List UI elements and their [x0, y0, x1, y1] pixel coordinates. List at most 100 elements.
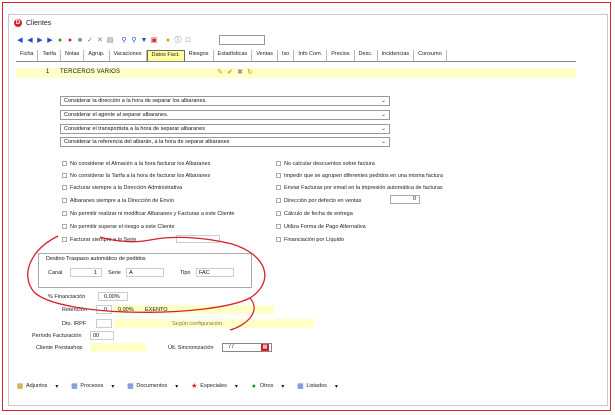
listados-button[interactable]: ▦ Listados ▾ [296, 382, 342, 390]
document-icon[interactable]: □ [184, 37, 192, 45]
tab-riesgos[interactable]: Riesgos [185, 50, 214, 61]
checkbox[interactable] [62, 161, 67, 166]
info-icon[interactable]: ⚲ [130, 37, 138, 45]
window-title: Clientes [26, 19, 52, 27]
check-impedir-agrupar[interactable]: Impedir que se agrupen diferentes pedido… [276, 171, 443, 180]
financiacion-value: 0,00% [104, 294, 120, 300]
accept-icon[interactable]: ✔ [226, 68, 234, 76]
check-no-considerar-tarifa[interactable]: No considerar la Tarifa a la hora de fac… [62, 171, 210, 180]
tab-ficha[interactable]: Ficha [16, 50, 39, 61]
canal-input[interactable] [70, 268, 102, 277]
filter-icon[interactable]: ▼ [140, 37, 148, 45]
tab-ventas[interactable]: Ventas [252, 50, 279, 61]
tab-agrup[interactable]: Agrup. [84, 50, 110, 61]
user-icon[interactable]: ● [164, 37, 172, 45]
prev-icon[interactable]: ◀ [26, 37, 34, 45]
tab-tarifa[interactable]: Tarifa [38, 50, 61, 61]
edit-icon[interactable]: ✎ [216, 68, 224, 76]
tab-datos-fact[interactable]: Datos Fact. [146, 50, 185, 61]
checkbox[interactable] [62, 211, 67, 216]
check-forma-pago-alternativa[interactable]: Utiliza Forma de Pago Alternativa [276, 222, 366, 231]
especiales-button[interactable]: ★ Especiales ▾ [190, 382, 242, 390]
checkbox[interactable] [276, 161, 281, 166]
checkbox[interactable] [62, 198, 67, 203]
adjuntos-button[interactable]: ▦ Adjuntos ▾ [16, 382, 62, 390]
tipo-label: Tipo [180, 270, 191, 276]
check-label: Cálculo de fecha de entrega [284, 210, 353, 217]
serie-label: Serie [108, 270, 121, 276]
calendar-icon[interactable]: ▦ [261, 344, 269, 351]
tab-consumo[interactable]: Consumo [414, 50, 447, 61]
dropdown-transportista[interactable]: Considerar el transportista a la hora de… [60, 124, 390, 134]
serie-input[interactable] [176, 235, 220, 243]
procesos-button[interactable]: ▦ Procesos ▾ [70, 382, 118, 390]
export-icon[interactable]: ▣ [150, 37, 158, 45]
check-no-superar-riesgo[interactable]: No permitir superar el riesgo a este Cli… [62, 222, 175, 231]
chevron-down-icon: ▾ [111, 383, 115, 390]
dto-irpf-input[interactable] [96, 319, 112, 328]
documentos-button[interactable]: ▦ Documentos ▾ [126, 382, 182, 390]
client-code: 1 [46, 69, 50, 75]
tab-bar: Ficha Tarifa Notas Agrup. Vacaciones Dat… [16, 50, 576, 62]
tab-vacaciones[interactable]: Vacaciones [110, 50, 147, 61]
add-icon[interactable]: ● [56, 37, 64, 45]
tab-iso[interactable]: Iso [278, 50, 295, 61]
check-label: Facturar siempre a la Dirección Administ… [70, 184, 183, 191]
tab-desc[interactable]: Desc. [355, 50, 378, 61]
chevron-down-icon: ▾ [175, 383, 179, 390]
canal-label: Canal [48, 270, 63, 276]
checkbox[interactable] [62, 185, 67, 190]
tab-info-com[interactable]: Info Com. [294, 50, 328, 61]
check-facturar-serie[interactable]: Facturar siempre a la Serie [62, 235, 136, 244]
check-no-calcular-descuentos[interactable]: No calcular descuentos sobre factura [276, 159, 375, 168]
dropdown-referencia[interactable]: Considerar la referencia del albarán, a … [60, 137, 390, 147]
check-direccion-defecto[interactable]: Dirección por defecto en ventas [276, 196, 361, 205]
save-icon[interactable]: ✓ [86, 37, 94, 45]
next-icon[interactable]: ▶ [36, 37, 44, 45]
last-icon[interactable]: ▶ [46, 37, 54, 45]
cancel-icon[interactable]: ■ [76, 37, 84, 45]
cliente-prestashop-field[interactable] [90, 343, 146, 352]
check-calculo-fecha-entrega[interactable]: Cálculo de fecha de entrega [276, 209, 353, 218]
retencion-pct: 0,00% [118, 307, 134, 313]
check-label: Impedir que se agrupen diferentes pedido… [284, 172, 443, 179]
checkbox[interactable] [62, 224, 67, 229]
check-financiacion-liquido[interactable]: Financiación por Líquido [276, 235, 344, 244]
dropdown-agente[interactable]: Considerar el agente al separar albarane… [60, 110, 390, 120]
delete-icon[interactable]: ● [66, 37, 74, 45]
check-no-considerar-almacen[interactable]: No considerar el Almacén a la hora factu… [62, 159, 210, 168]
check-no-permitir-modificar[interactable]: No permitir realizar ni modificar Albara… [62, 209, 234, 218]
tab-precios[interactable]: Precios [327, 50, 355, 61]
checkbox[interactable] [276, 185, 281, 190]
print-icon[interactable]: ▤ [106, 37, 114, 45]
first-icon[interactable]: ◀ [16, 37, 24, 45]
tab-incidencias[interactable]: Incidencias [378, 50, 415, 61]
tab-estadisticas[interactable]: Estadísticas [214, 50, 253, 61]
adjuntos-label: Adjuntos [26, 383, 48, 389]
checkbox[interactable] [276, 211, 281, 216]
tab-notas[interactable]: Notas [61, 50, 85, 61]
checkbox[interactable] [276, 173, 281, 178]
checkbox[interactable] [276, 237, 281, 242]
copy-icon[interactable]: ✕ [96, 37, 104, 45]
checkbox[interactable] [62, 237, 67, 242]
checkbox[interactable] [276, 198, 281, 203]
otros-button[interactable]: ● Otros ▾ [250, 382, 288, 390]
checkbox[interactable] [62, 173, 67, 178]
chevron-down-icon: ▾ [234, 383, 238, 390]
dropdown-agente-value: Considerar el agente al separar albarane… [64, 112, 169, 118]
checkbox[interactable] [276, 224, 281, 229]
dto-irpf-desc: Según configuración [172, 321, 223, 327]
refresh-icon[interactable]: ↻ [246, 68, 254, 76]
check-facturar-dir-admin[interactable]: Facturar siempre a la Dirección Administ… [62, 183, 182, 192]
direccion-defecto-input[interactable]: 0 [390, 195, 420, 204]
toolbar-search-input[interactable] [219, 35, 265, 45]
check-albaranes-dir-envio[interactable]: Albaranes siempre a la Dirección de Enví… [62, 196, 174, 205]
retencion-code: 0 [104, 307, 108, 313]
search-icon[interactable]: ⚲ [120, 37, 128, 45]
cancel-icon[interactable]: ✖ [236, 68, 244, 76]
check-label: No permitir realizar ni modificar Albara… [70, 210, 235, 217]
dropdown-direccion[interactable]: Considerar la dirección a la hora de sep… [60, 96, 390, 106]
check-enviar-email[interactable]: Enviar Facturas por email en la impresió… [276, 183, 443, 192]
help-icon[interactable]: ⓘ [174, 37, 182, 45]
